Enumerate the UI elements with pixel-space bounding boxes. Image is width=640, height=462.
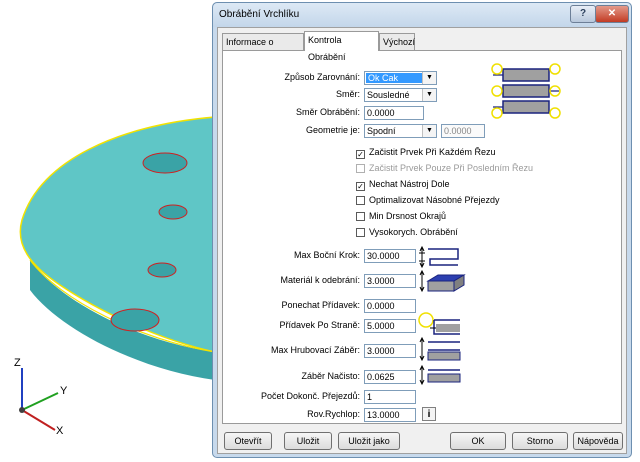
checkbox-high-speed[interactable]: Vysokorych. Obrábění	[356, 227, 458, 239]
rapid-plane-label: Rov.Rychlop:	[307, 409, 360, 419]
geometry-offset-input: 0.0000	[441, 124, 485, 138]
rapid-plane-input[interactable]: 13.0000	[364, 408, 416, 422]
axis-label-z: Z	[14, 357, 21, 369]
help-title-button[interactable]: ?	[570, 5, 596, 23]
finish-passes-label: Počet Dokonč. Přejezdů:	[260, 391, 360, 401]
checkbox-label: Optimalizovat Násobné Přejezdy	[369, 195, 500, 205]
direction-label: Směr:	[335, 89, 360, 99]
checkbox-label: Vysokorych. Obrábění	[369, 227, 458, 237]
finish-passes-input[interactable]: 1	[364, 390, 416, 404]
machining-control-pane: Způsob Zarovnání: Ok Cak ▼ Směr: Sousled…	[222, 50, 622, 424]
leave-allowance-input[interactable]: 0.0000	[364, 299, 416, 313]
alignment-value: Ok Cak	[366, 73, 422, 83]
max-side-step-label: Max Boční Krok:	[293, 250, 360, 260]
checkbox-box[interactable]: ✓	[356, 150, 365, 159]
open-button[interactable]: Otevřít	[224, 432, 272, 450]
save-button[interactable]: Uložit	[284, 432, 332, 450]
info-icon[interactable]: i	[422, 407, 436, 421]
hole	[158, 204, 188, 220]
checkbox-keep-tool-down[interactable]: ✓ Nechat Nástroj Dole	[356, 179, 450, 191]
tab-defaults[interactable]: Výchozí	[379, 33, 415, 50]
geometry-select[interactable]: Spodní ▼	[364, 124, 437, 138]
axis-label-y: Y	[60, 385, 68, 397]
finish-depth-icon	[419, 364, 461, 386]
direction-value: Sousledné	[367, 90, 410, 100]
tab-tool-info[interactable]: Informace o Nástroji	[222, 33, 304, 64]
machining-angle-label: Směr Obrábění:	[295, 107, 360, 117]
max-roughing-depth-input[interactable]: 3.0000	[364, 344, 416, 358]
side-allowance-input[interactable]: 5.0000	[364, 319, 416, 333]
help-button[interactable]: Nápověda	[573, 432, 623, 450]
alignment-select[interactable]: Ok Cak ▼	[364, 71, 437, 85]
checkbox-label: Min Drsnost Okrajů	[369, 211, 447, 221]
dialog-title: Obrábění Vrchlíku	[219, 9, 300, 20]
checkbox-cleanup-each-pass[interactable]: ✓ Začistit Prvek Při Každém Řezu	[356, 147, 496, 159]
material-remove-label: Materiál k odebrání:	[280, 275, 360, 285]
finish-depth-label: Záběr Načisto:	[301, 371, 360, 381]
checkbox-label: Nechat Nástroj Dole	[369, 179, 450, 189]
stock-block-icon	[419, 269, 466, 293]
checkbox-optimize-passes[interactable]: Optimalizovat Násobné Přejezdy	[356, 195, 500, 207]
checkbox-box[interactable]	[356, 228, 365, 237]
checkbox-min-edge-roughness[interactable]: Min Drsnost Okrajů	[356, 211, 446, 223]
close-button[interactable]: ✕	[595, 5, 629, 23]
checkbox-box[interactable]: ✓	[356, 182, 365, 191]
chevron-down-icon[interactable]: ▼	[422, 72, 436, 84]
side-allowance-label: Přídavek Po Straně:	[279, 320, 360, 330]
tab-machining-control[interactable]: Kontrola Obrábění	[304, 31, 379, 62]
max-side-step-input[interactable]: 30.0000	[364, 249, 416, 263]
axis-triad: Z Y X	[14, 357, 68, 437]
checkbox-box[interactable]	[356, 212, 365, 221]
save-as-button[interactable]: Uložit jako	[338, 432, 400, 450]
max-roughing-depth-label: Max Hrubovací Záběr:	[270, 345, 360, 355]
finish-depth-input[interactable]: 0.0625	[364, 370, 416, 384]
geometry-label: Geometrie je:	[305, 125, 360, 135]
disc-part	[19, 116, 216, 380]
checkbox-label: Začistit Prvek Pouze Při Posledním Řezu	[369, 163, 534, 173]
title-bar[interactable]: Obrábění Vrchlíku ? ✕	[213, 3, 631, 27]
side-allowance-icon	[418, 312, 460, 335]
dialog-client: Informace o Nástroji Kontrola Obrábění V…	[217, 27, 627, 454]
machining-angle-input[interactable]: 0.0000	[364, 106, 424, 120]
checkbox-box[interactable]	[356, 196, 365, 205]
chevron-down-icon[interactable]: ▼	[422, 89, 436, 101]
cancel-button[interactable]: Storno	[512, 432, 568, 450]
alignment-preview-icon	[491, 63, 561, 119]
roughing-depth-icon	[419, 336, 461, 362]
direction-select[interactable]: Sousledné ▼	[364, 88, 437, 102]
material-remove-input[interactable]: 3.0000	[364, 274, 416, 288]
checkbox-label: Začistit Prvek Při Každém Řezu	[369, 147, 496, 157]
chevron-down-icon[interactable]: ▼	[422, 125, 436, 137]
checkbox-cleanup-last-pass: Začistit Prvek Pouze Při Posledním Řezu	[356, 163, 533, 175]
axis-label-x: X	[56, 425, 64, 437]
leave-allowance-label: Ponechat Přídavek:	[281, 300, 360, 310]
hole	[142, 152, 188, 174]
side-step-icon	[419, 245, 459, 269]
geometry-value: Spodní	[367, 126, 396, 136]
checkbox-box	[356, 164, 365, 173]
machining-dialog: Obrábění Vrchlíku ? ✕ Informace o Nástro…	[212, 2, 632, 458]
ok-button[interactable]: OK	[450, 432, 506, 450]
alignment-label: Způsob Zarovnání:	[284, 72, 360, 82]
hole	[110, 308, 160, 332]
hole	[147, 262, 177, 278]
